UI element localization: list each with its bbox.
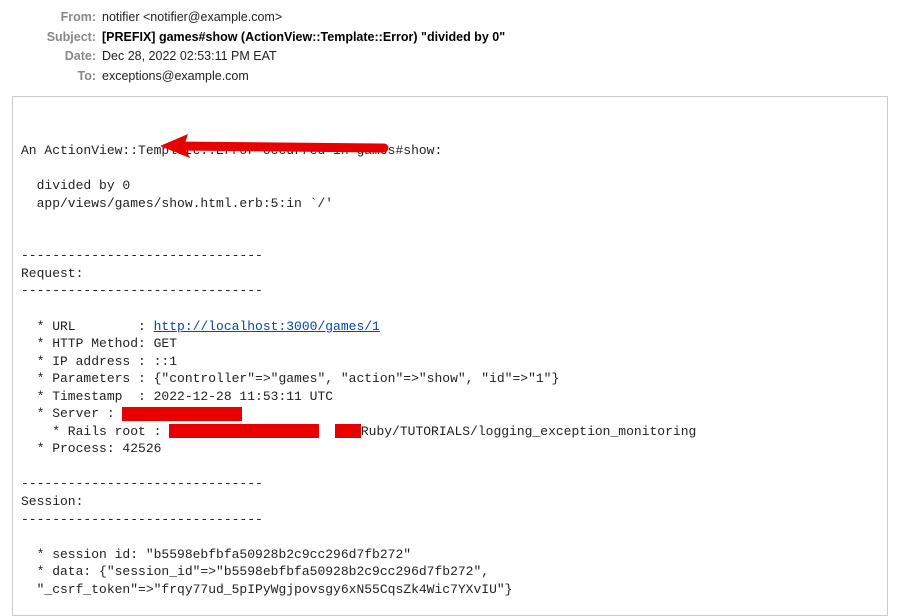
email-body: An ActionView::Template::Error occurred … — [12, 96, 888, 616]
request-rails-root: * Rails root : Ruby/TUTORIALS/logging_ex… — [21, 424, 696, 439]
request-server: * Server : — [21, 406, 242, 421]
request-server-label: * Server : — [21, 406, 122, 421]
request-url-label: * URL : — [21, 319, 154, 334]
header-row-from: From: notifier <notifier@example.com> — [0, 8, 900, 28]
header-row-date: Date: Dec 28, 2022 02:53:11 PM EAT — [0, 47, 900, 67]
request-root-label: * Rails root : — [21, 424, 169, 439]
redaction-box — [122, 407, 242, 421]
error-intro: An ActionView::Template::Error occurred … — [21, 143, 442, 158]
error-message: divided by 0 — [21, 178, 130, 193]
request-title: Request: — [21, 266, 83, 281]
session-csrf: "_csrf_token"=>"frqy77ud_5pIPyWgjpovsgy6… — [21, 582, 512, 597]
from-value: notifier <notifier@example.com> — [102, 9, 900, 27]
session-data: * data: {"session_id"=>"b5598ebfbfa50928… — [21, 564, 489, 579]
to-label: To: — [0, 68, 102, 86]
separator: ------------------------------- — [21, 476, 263, 491]
error-location: app/views/games/show.html.erb:5:in `/' — [21, 196, 333, 211]
subject-value: [PREFIX] games#show (ActionView::Templat… — [102, 29, 900, 47]
request-url-line: * URL : http://localhost:3000/games/1 — [21, 319, 380, 334]
from-label: From: — [0, 9, 102, 27]
request-process: * Process: 42526 — [21, 441, 161, 456]
email-header: From: notifier <notifier@example.com> Su… — [0, 0, 900, 96]
session-title: Session: — [21, 494, 83, 509]
redaction-box — [169, 424, 319, 438]
date-value: Dec 28, 2022 02:53:11 PM EAT — [102, 48, 900, 66]
request-root-after: Ruby/TUTORIALS/logging_exception_monitor… — [361, 424, 696, 439]
request-method: * HTTP Method: GET — [21, 336, 177, 351]
request-params: * Parameters : {"controller"=>"games", "… — [21, 371, 559, 386]
request-url-link[interactable]: http://localhost:3000/games/1 — [154, 319, 380, 334]
header-row-to: To: exceptions@example.com — [0, 67, 900, 87]
session-id: * session id: "b5598ebfbfa50928b2c9cc296… — [21, 547, 411, 562]
separator: ------------------------------- — [21, 512, 263, 527]
separator: ------------------------------- — [21, 248, 263, 263]
request-timestamp: * Timestamp : 2022-12-28 11:53:11 UTC — [21, 389, 333, 404]
to-value: exceptions@example.com — [102, 68, 900, 86]
redaction-box — [335, 424, 361, 438]
subject-label: Subject: — [0, 29, 102, 47]
separator: ------------------------------- — [21, 283, 263, 298]
request-ip: * IP address : ::1 — [21, 354, 177, 369]
date-label: Date: — [0, 48, 102, 66]
header-row-subject: Subject: [PREFIX] games#show (ActionView… — [0, 28, 900, 48]
